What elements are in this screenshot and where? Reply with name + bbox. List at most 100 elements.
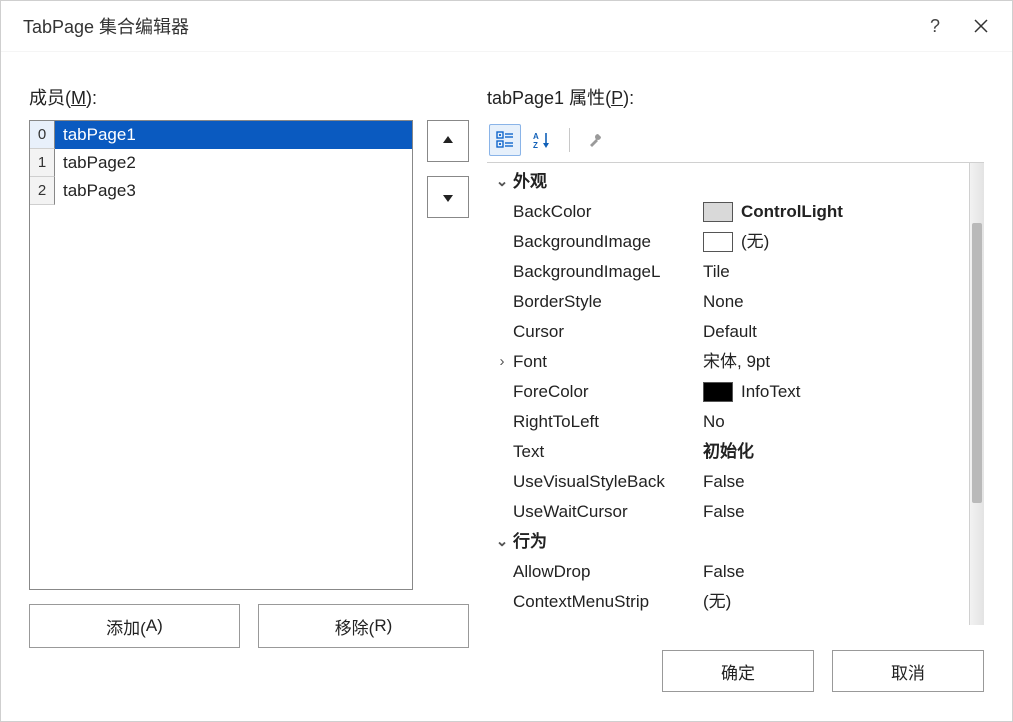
property-value-text: ControlLight — [741, 198, 843, 227]
arrow-up-icon — [440, 133, 456, 149]
member-index: 1 — [30, 149, 55, 177]
property-value[interactable]: 宋体, 9pt — [703, 348, 969, 377]
property-value[interactable]: No — [703, 408, 969, 437]
property-name: UseWaitCursor — [513, 498, 703, 527]
property-value-text: No — [703, 408, 725, 437]
move-up-button[interactable] — [427, 120, 469, 162]
property-value-text: Tile — [703, 258, 730, 287]
dialog-title: TabPage 集合编辑器 — [23, 13, 189, 39]
scrollbar-thumb[interactable] — [972, 223, 982, 503]
property-value-text: (无) — [703, 588, 731, 617]
members-panel: 成员(M): 0tabPage11tabPage22tabPage3 添加(A) — [29, 84, 469, 625]
move-down-button[interactable] — [427, 176, 469, 218]
properties-panel: tabPage1 属性(P): — [487, 84, 984, 625]
property-value[interactable]: None — [703, 288, 969, 317]
category-name: 外观 — [513, 168, 547, 197]
dialog-body: 成员(M): 0tabPage11tabPage22tabPage3 添加(A) — [1, 52, 1012, 635]
chevron-down-icon: ⌄ — [491, 169, 513, 195]
property-value-text: None — [703, 288, 744, 317]
help-button[interactable]: ? — [912, 6, 958, 46]
property-value[interactable]: InfoText — [703, 378, 969, 407]
property-value[interactable]: ControlLight — [703, 198, 969, 227]
properties-label: tabPage1 属性(P): — [487, 84, 984, 110]
property-row[interactable]: ContextMenuStrip(无) — [487, 587, 969, 617]
titlebar: TabPage 集合编辑器 ? — [1, 1, 1012, 52]
members-list[interactable]: 0tabPage11tabPage22tabPage3 — [29, 120, 413, 590]
property-row[interactable]: RightToLeftNo — [487, 407, 969, 437]
wrench-icon — [587, 131, 605, 149]
property-value-text: False — [703, 558, 745, 587]
dialog-footer: 确定 取消 — [1, 635, 1012, 721]
categorized-icon — [496, 131, 514, 149]
collection-editor-dialog: TabPage 集合编辑器 ? 成员(M): 0tabPage11tabPage… — [0, 0, 1013, 722]
toolbar-separator — [569, 128, 570, 152]
property-value-text: NoControl — [703, 618, 780, 625]
property-row[interactable]: UseWaitCursorFalse — [487, 497, 969, 527]
property-value[interactable]: Tile — [703, 258, 969, 287]
member-name: tabPage2 — [55, 149, 412, 177]
property-pages-button[interactable] — [580, 124, 612, 156]
color-swatch — [703, 202, 733, 222]
category-name: 行为 — [513, 528, 547, 557]
property-value-text: (无) — [741, 228, 769, 257]
member-name: tabPage1 — [55, 121, 412, 149]
property-row[interactable]: BorderStyleNone — [487, 287, 969, 317]
property-name: ImeMode — [513, 618, 703, 625]
property-row[interactable]: ›Font宋体, 9pt — [487, 347, 969, 377]
property-value[interactable]: False — [703, 558, 969, 587]
member-row[interactable]: 2tabPage3 — [30, 177, 412, 205]
property-name: ContextMenuStrip — [513, 588, 703, 617]
property-category[interactable]: ⌄外观 — [487, 167, 969, 197]
property-name: Cursor — [513, 318, 703, 347]
property-grid[interactable]: ⌄外观BackColorControlLightBackgroundImage(… — [487, 163, 969, 625]
reorder-buttons — [427, 120, 469, 590]
property-value-text: 初始化 — [703, 438, 754, 467]
property-value[interactable]: (无) — [703, 588, 969, 617]
chevron-down-icon: ⌄ — [491, 529, 513, 555]
chevron-right-icon: › — [491, 349, 513, 375]
sort-az-icon: A Z — [533, 131, 553, 149]
arrow-down-icon — [440, 189, 456, 205]
property-row[interactable]: Text初始化 — [487, 437, 969, 467]
member-index: 2 — [30, 177, 55, 205]
property-name: BackgroundImageL — [513, 258, 703, 287]
member-index: 0 — [30, 121, 55, 149]
property-row[interactable]: CursorDefault — [487, 317, 969, 347]
property-name: AllowDrop — [513, 558, 703, 587]
help-icon: ? — [930, 16, 940, 37]
categorized-view-button[interactable] — [489, 124, 521, 156]
property-name: UseVisualStyleBack — [513, 468, 703, 497]
property-category[interactable]: ⌄行为 — [487, 527, 969, 557]
property-grid-scrollbar[interactable] — [969, 163, 984, 625]
alphabetical-view-button[interactable]: A Z — [527, 124, 559, 156]
member-row[interactable]: 1tabPage2 — [30, 149, 412, 177]
close-icon — [973, 18, 989, 34]
member-row[interactable]: 0tabPage1 — [30, 121, 412, 149]
property-row[interactable]: ImeModeNoControl — [487, 617, 969, 625]
property-row[interactable]: BackgroundImage(无) — [487, 227, 969, 257]
property-name: RightToLeft — [513, 408, 703, 437]
property-value[interactable]: NoControl — [703, 618, 969, 625]
property-value-text: False — [703, 498, 745, 527]
property-value[interactable]: (无) — [703, 228, 969, 257]
ok-button[interactable]: 确定 — [662, 650, 814, 692]
property-value[interactable]: False — [703, 468, 969, 497]
cancel-button[interactable]: 取消 — [832, 650, 984, 692]
property-row[interactable]: UseVisualStyleBackFalse — [487, 467, 969, 497]
members-label: 成员(M): — [29, 84, 469, 110]
color-swatch — [703, 382, 733, 402]
property-value-text: Default — [703, 318, 757, 347]
property-row[interactable]: AllowDropFalse — [487, 557, 969, 587]
svg-text:Z: Z — [533, 141, 538, 149]
property-value[interactable]: Default — [703, 318, 969, 347]
member-name: tabPage3 — [55, 177, 412, 205]
property-row[interactable]: BackColorControlLight — [487, 197, 969, 227]
color-swatch — [703, 232, 733, 252]
property-value[interactable]: False — [703, 498, 969, 527]
property-value-text: False — [703, 468, 745, 497]
property-value[interactable]: 初始化 — [703, 438, 969, 467]
property-name: BorderStyle — [513, 288, 703, 317]
property-row[interactable]: ForeColorInfoText — [487, 377, 969, 407]
close-button[interactable] — [958, 6, 1004, 46]
property-row[interactable]: BackgroundImageLTile — [487, 257, 969, 287]
